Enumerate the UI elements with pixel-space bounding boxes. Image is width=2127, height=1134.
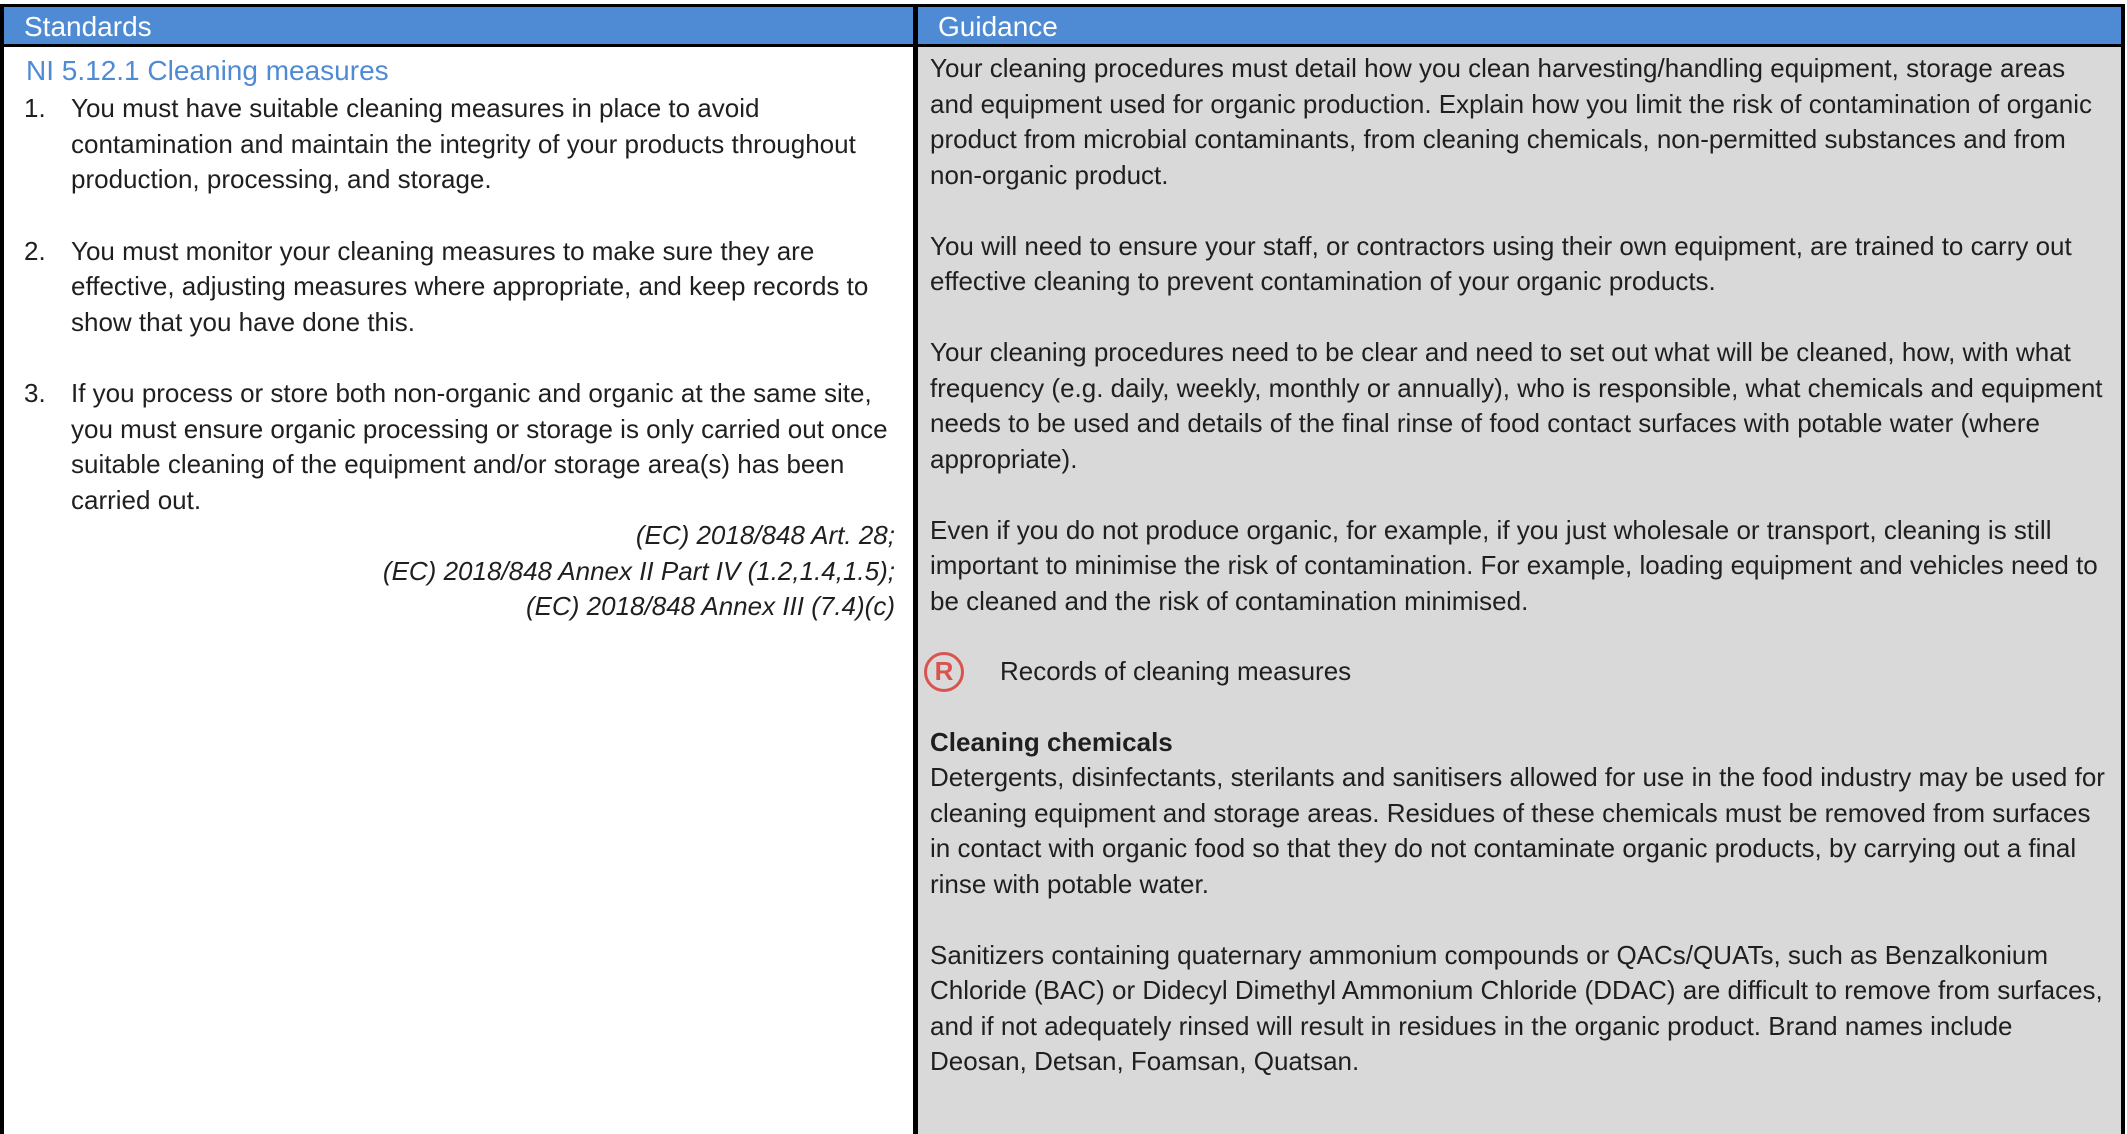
guidance-paragraph: You will need to ensure your staff, or c… <box>930 230 2072 297</box>
records-note: R Records of cleaning measures <box>924 649 2107 695</box>
reference-line: (EC) 2018/848 Annex II Part IV (1.2,1.4,… <box>382 555 895 586</box>
list-item: 1. You must have suitable cleaning measu… <box>24 91 897 198</box>
guidance-header: Guidance <box>918 7 2121 47</box>
list-item: 2. You must monitor your cleaning measur… <box>24 234 897 341</box>
guidance-paragraph: Detergents, disinfectants, sterilants an… <box>930 762 2105 899</box>
item-number: 2. <box>24 235 46 266</box>
item-text: If you process or store both non-organic… <box>71 378 888 515</box>
item-text: You must monitor your cleaning measures … <box>71 235 869 337</box>
chemicals-heading: Cleaning chemicals <box>930 726 1173 757</box>
list-item: 3. If you process or store both non-orga… <box>24 376 897 518</box>
guidance-paragraph: Your cleaning procedures need to be clea… <box>930 337 2103 474</box>
guidance-paragraph: Sanitizers containing quaternary ammoniu… <box>930 939 2103 1077</box>
reference-line: (EC) 2018/848 Art. 28; <box>635 520 895 550</box>
regulation-references: (EC) 2018/848 Art. 28; (EC) 2018/848 Ann… <box>24 518 897 625</box>
guidance-paragraph: Your cleaning procedures must detail how… <box>930 53 2092 190</box>
records-label: Records of cleaning measures <box>1000 655 1352 686</box>
records-icon: R <box>924 651 964 692</box>
standards-guidance-table: Standards Guidance NI 5.12.1 Cleaning me… <box>0 4 2125 1134</box>
guidance-column: Your cleaning procedures must detail how… <box>918 47 2121 1134</box>
item-number: 1. <box>24 93 46 123</box>
standards-column: NI 5.12.1 Cleaning measures 1. You must … <box>4 47 918 1134</box>
item-number: 3. <box>24 378 46 408</box>
item-text: You must have suitable cleaning measures… <box>71 93 856 194</box>
reference-line: (EC) 2018/848 Annex III (7.4)(c) <box>526 591 895 621</box>
standards-list: 1. You must have suitable cleaning measu… <box>24 91 897 518</box>
guidance-paragraph: Even if you do not produce organic, for … <box>930 514 2098 616</box>
standards-header: Standards <box>4 7 918 47</box>
section-title: NI 5.12.1 Cleaning measures <box>26 55 389 86</box>
